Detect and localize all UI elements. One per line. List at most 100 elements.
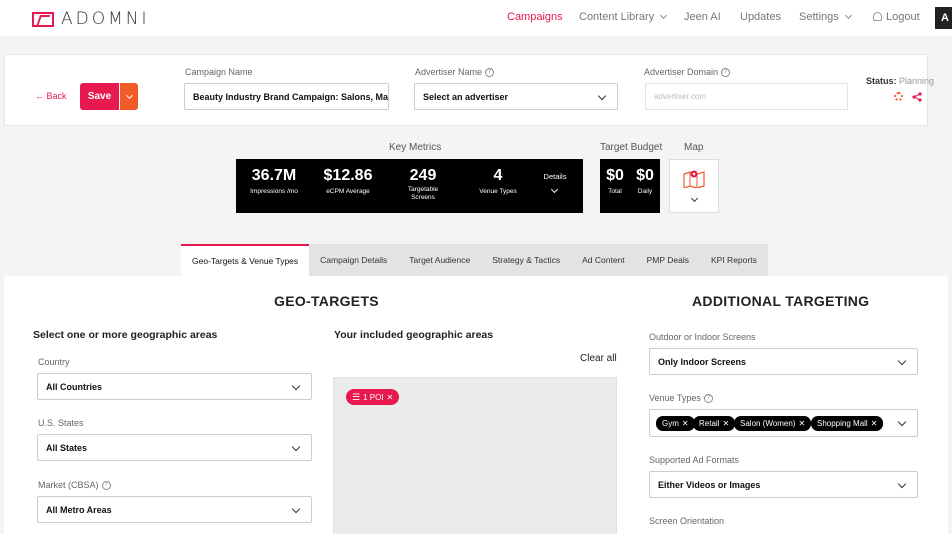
screens-label: Targetable Screens [394,186,452,202]
save-button[interactable]: Save [80,83,119,110]
orientation-label: Screen Orientation [649,516,725,526]
target-budget-panel[interactable]: $0 Total $0 Daily [600,159,660,213]
ad-formats-value: Either Videos or Images [658,479,761,490]
screens-type-label: Outdoor or Indoor Screens [649,332,756,342]
screens-type-select[interactable]: Only Indoor Screens [649,348,918,375]
clear-all-button[interactable]: Clear all [580,353,617,364]
map-button[interactable] [669,159,719,213]
screens-label-line2: Screens [411,194,435,201]
screens-value: 249 [409,167,437,184]
country-select[interactable]: All Countries [37,373,312,400]
status-badge: Status: Planning [866,76,934,86]
tab-ad-content[interactable]: Ad Content [571,244,636,276]
budget-daily-label: Daily [637,188,653,195]
market-select-value: All Metro Areas [46,504,112,515]
venue-tag: Shopping Mall ✕ [811,416,884,431]
nav-content-library-label: Content Library [579,11,655,23]
nav-settings-label: Settings [799,11,839,23]
venue-tag-label: Gym [662,419,679,428]
help-icon[interactable]: ? [485,68,495,78]
help-icon[interactable]: ? [101,481,111,491]
tab-target-audience[interactable]: Target Audience [398,244,482,276]
chevron-down-icon [660,11,668,20]
venue-tag: Salon (Women) ✕ [734,416,812,431]
additional-targeting-title: ADDITIONAL TARGETING [692,293,870,309]
adomni-logo[interactable]: ADOMNI [32,9,150,29]
advertiser-domain-label: Advertiser Domain? [644,67,731,78]
states-label: U.S. States [38,418,84,428]
target-budget-title: Target Budget [600,142,663,153]
close-icon[interactable]: ✕ [871,419,878,428]
close-icon[interactable]: ✕ [798,419,805,428]
advertiser-select-value: Select an advertiser [423,91,509,102]
ad-formats-label: Supported Ad Formats [649,455,740,465]
poi-chip[interactable]: ☰ 1 POI ✕ [346,389,399,405]
chevron-down-icon [844,11,852,20]
advertiser-select[interactable]: Select an advertiser [414,83,618,110]
tab-kpi-reports[interactable]: KPI Reports [700,244,768,276]
close-icon[interactable]: ✕ [387,393,394,402]
chevron-down-icon [897,356,907,366]
poi-chip-label: 1 POI [363,392,384,402]
close-icon[interactable]: ✕ [722,419,729,428]
tab-geo-targets[interactable]: Geo-Targets & Venue Types [181,244,310,276]
tab-pmp-deals[interactable]: PMP Deals [635,244,700,276]
details-button[interactable]: Details [538,172,572,194]
chevron-down-icon [125,91,133,99]
budget-total: $0 Total [603,167,627,196]
chevron-down-icon [291,504,301,514]
venue-tag-label: Shopping Mall [817,419,868,428]
map-icon [683,170,705,188]
nav-settings[interactable]: Settings [799,11,852,23]
close-icon[interactable]: ✕ [682,419,689,428]
nav-logout[interactable]: Logout [873,11,920,23]
tab-campaign-details[interactable]: Campaign Details [309,244,399,276]
budget-daily-value: $0 [636,167,654,184]
venue-types-label: Venue Types? [649,393,713,404]
tab-strategy-tactics[interactable]: Strategy & Tactics [481,244,572,276]
logo-mark-icon [32,11,54,27]
back-button[interactable]: ← Back [35,91,67,101]
venue-tag-label: Retail [699,419,720,428]
help-icon[interactable]: ? [721,68,731,78]
budget-total-value: $0 [606,167,624,184]
states-select[interactable]: All States [37,434,312,461]
help-icon[interactable]: ? [703,394,713,404]
save-dropdown-button[interactable] [119,83,138,110]
share-icon[interactable] [912,92,922,102]
nav-updates[interactable]: Updates [740,11,781,23]
budget-daily: $0 Daily [633,167,657,196]
metric-screens: 249 Targetable Screens [394,167,452,202]
key-metrics-panel: 36.7M Impressions /mo $12.86 eCPM Averag… [236,159,583,213]
nav-jeen-ai[interactable]: Jeen AI [684,11,721,23]
market-select[interactable]: All Metro Areas [37,496,312,523]
nav-content-library[interactable]: Content Library [579,11,668,23]
top-nav: ADOMNI Campaigns Content Library Jeen AI… [0,0,952,36]
ecpm-value: $12.86 [323,167,373,184]
advertiser-domain-input[interactable]: advertiser.com [645,83,848,110]
impressions-label: Impressions /mo [250,188,298,195]
avatar[interactable]: A [935,7,952,29]
nav-campaigns[interactable]: Campaigns [507,11,563,23]
status-value: Planning [899,76,935,86]
advertiser-name-label: Advertiser Name? [415,67,495,78]
gear-icon[interactable] [894,92,903,101]
logo-text: ADOMNI [61,9,150,29]
ad-formats-select[interactable]: Either Videos or Images [649,471,918,498]
map-title: Map [684,142,704,153]
venue-types-select[interactable]: Gym ✕ Retail ✕ Salon (Women) ✕ Shopping Mal… [649,409,918,437]
chevron-down-icon [597,91,607,101]
metric-venues: 4 Venue Types [468,167,528,196]
campaign-name-input[interactable]: Beauty Industry Brand Campaign: Salons, … [184,83,389,110]
screens-type-value: Only Indoor Screens [658,356,747,367]
market-label-text: Market (CBSA) [38,480,99,490]
chevron-down-icon [550,185,559,194]
campaign-name-label: Campaign Name [185,67,253,77]
user-icon [873,12,882,21]
advertiser-name-label-text: Advertiser Name [415,67,483,77]
back-label: Back [46,91,67,101]
metric-impressions: 36.7M Impressions /mo [244,167,304,196]
chevron-down-icon [291,442,301,452]
venue-tag: Gym ✕ [656,416,695,431]
key-metrics-title: Key Metrics [389,142,442,153]
